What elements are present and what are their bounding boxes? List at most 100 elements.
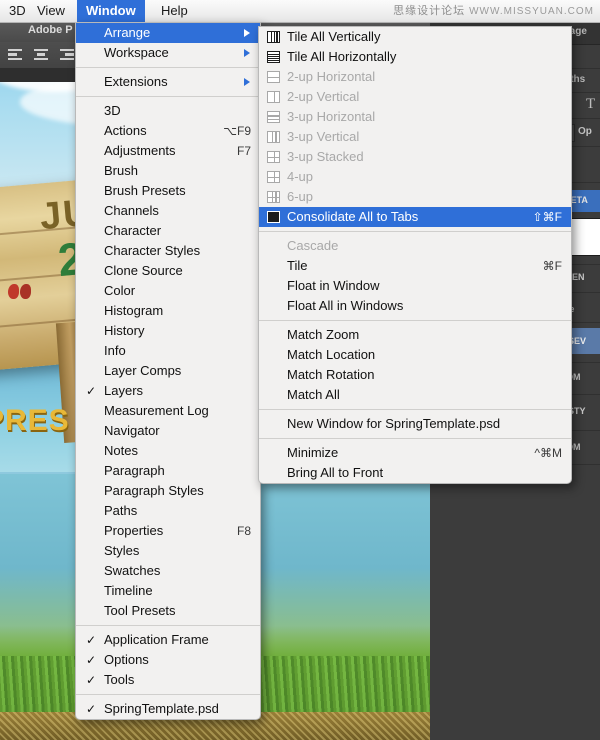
window-menu-item-tool-presets[interactable]: Tool Presets [76, 601, 260, 621]
window-menu-item-layers[interactable]: ✓ Layers [76, 381, 260, 401]
window-menu-item-extensions[interactable]: Extensions [76, 72, 260, 92]
window-menu-item-notes[interactable]: Notes [76, 441, 260, 461]
arrange-menu-item-tile[interactable]: Tile ⌘F [259, 256, 571, 276]
menu-item-label: Tile All Vertically [287, 29, 381, 44]
arrange-menu-item-consolidate-all-to-tabs[interactable]: Consolidate All to Tabs ⇧⌘F [259, 207, 571, 227]
align-center-icon[interactable] [34, 49, 48, 61]
window-menu-item-color[interactable]: Color [76, 281, 260, 301]
menu-item-label: Histogram [104, 303, 164, 318]
align-right-icon[interactable] [60, 49, 74, 61]
arrange-menu-item-6-up[interactable]: 6-up [259, 187, 571, 207]
window-menu-item-application-frame[interactable]: ✓ Application Frame [76, 630, 260, 650]
menu-item-shortcut: ⌥F9 [223, 124, 251, 138]
chevron-right-icon [244, 49, 250, 57]
arrange-menu-item-match-all[interactable]: Match All [259, 385, 571, 405]
menu-separator [76, 694, 260, 695]
arrange-submenu-dropdown[interactable]: Tile All Vertically Tile All Horizontally… [258, 26, 572, 484]
menu-separator [259, 231, 571, 232]
menu-item-label: 3-up Vertical [287, 129, 360, 144]
window-menu-item-paragraph-styles[interactable]: Paragraph Styles [76, 481, 260, 501]
butterfly-graphic [8, 284, 32, 300]
window-menu-item-options[interactable]: ✓ Options [76, 650, 260, 670]
arrange-menu-item-tile-all-vertically[interactable]: Tile All Vertically [259, 27, 571, 47]
arrange-menu-item-3-up-vertical[interactable]: 3-up Vertical [259, 127, 571, 147]
arrange-menu-item-match-zoom[interactable]: Match Zoom [259, 325, 571, 345]
window-menu-item-brush-presets[interactable]: Brush Presets [76, 181, 260, 201]
window-menu-item-histogram[interactable]: Histogram [76, 301, 260, 321]
3up-stacked-icon [267, 151, 280, 163]
menu-separator [76, 96, 260, 97]
window-menu-item-timeline[interactable]: Timeline [76, 581, 260, 601]
menubar-item-help[interactable]: Help [152, 0, 197, 22]
arrange-menu-item-new-window-for-springtemplate-psd[interactable]: New Window for SpringTemplate.psd [259, 414, 571, 434]
arrange-menu-item-bring-all-to-front[interactable]: Bring All to Front [259, 463, 571, 483]
menu-item-label: Consolidate All to Tabs [287, 209, 419, 224]
arrange-menu-item-match-rotation[interactable]: Match Rotation [259, 365, 571, 385]
checkmark-icon: ✓ [86, 653, 97, 667]
window-menu-item-info[interactable]: Info [76, 341, 260, 361]
menu-item-label: Float in Window [287, 278, 380, 293]
window-menu-item-character-styles[interactable]: Character Styles [76, 241, 260, 261]
arrange-menu-item-minimize[interactable]: Minimize ^⌘M [259, 443, 571, 463]
menu-item-label: Minimize [287, 445, 339, 460]
menu-item-label: Color [104, 283, 136, 298]
arrange-menu-item-tile-all-horizontally[interactable]: Tile All Horizontally [259, 47, 571, 67]
window-menu-item-arrange[interactable]: Arrange [76, 23, 260, 43]
layers-panel[interactable]: i ⮌ TSPRINGT$20 TITLOCATTLIKE U🔗MBackgro… [430, 470, 600, 740]
window-menu-item-brush[interactable]: Brush [76, 161, 260, 181]
menu-item-shortcut: F7 [236, 144, 251, 158]
window-menu-item-swatches[interactable]: Swatches [76, 561, 260, 581]
menu-item-label: Options [104, 652, 149, 667]
arrange-menu-item-3-up-horizontal[interactable]: 3-up Horizontal [259, 107, 571, 127]
window-menu-item-layer-comps[interactable]: Layer Comps [76, 361, 260, 381]
window-menu-item-navigator[interactable]: Navigator [76, 421, 260, 441]
menu-item-label: Channels [104, 203, 159, 218]
menu-item-label: Arrange [104, 25, 151, 40]
menu-item-label: Adjustments [104, 143, 176, 158]
menu-item-label: Tile All Horizontally [287, 49, 397, 64]
window-menu-item-tools[interactable]: ✓ Tools [76, 670, 260, 690]
window-menu-item-actions[interactable]: Actions ⌥F9 [76, 121, 260, 141]
window-menu-item-character[interactable]: Character [76, 221, 260, 241]
menu-item-shortcut: ^⌘M [534, 446, 562, 460]
menu-separator [259, 320, 571, 321]
arrange-menu-item-2-up-vertical[interactable]: 2-up Vertical [259, 87, 571, 107]
menubar-item-view[interactable]: View [28, 0, 74, 22]
menu-item-label: 6-up [287, 189, 314, 204]
arrange-menu-item-match-location[interactable]: Match Location [259, 345, 571, 365]
arrange-menu-item-4-up[interactable]: 4-up [259, 167, 571, 187]
menu-item-label: 2-up Vertical [287, 89, 360, 104]
window-menu-item-history[interactable]: History [76, 321, 260, 341]
window-menu-item-paths[interactable]: Paths [76, 501, 260, 521]
window-menu-item-channels[interactable]: Channels [76, 201, 260, 221]
watermark: 思缘设计论坛 WWW.MISSYUAN.COM [393, 3, 594, 19]
arrange-menu-item-cascade[interactable]: Cascade [259, 236, 571, 256]
window-menu-dropdown[interactable]: Arrange Workspace Extensions 3D Actions ⌥F9 Ad… [75, 22, 261, 720]
window-menu-item-properties[interactable]: Properties F8 [76, 521, 260, 541]
arrange-menu-item-float-in-window[interactable]: Float in Window [259, 276, 571, 296]
type-tool-icon[interactable]: T [586, 96, 595, 113]
align-left-icon[interactable] [8, 49, 22, 61]
window-menu-item-paragraph[interactable]: Paragraph [76, 461, 260, 481]
window-menu-item-springtemplate-psd[interactable]: ✓ SpringTemplate.psd [76, 699, 260, 719]
arrange-menu-item-2-up-horizontal[interactable]: 2-up Horizontal [259, 67, 571, 87]
arrange-menu-item-float-all-in-windows[interactable]: Float All in Windows [259, 296, 571, 316]
menu-item-label: New Window for SpringTemplate.psd [287, 416, 501, 431]
window-menu-item-styles[interactable]: Styles [76, 541, 260, 561]
menu-item-shortcut: ⌘F [542, 259, 562, 273]
menu-item-label: Character [104, 223, 162, 238]
window-menu-item-workspace[interactable]: Workspace [76, 43, 260, 63]
checkmark-icon: ✓ [86, 384, 97, 398]
chevron-right-icon [244, 78, 250, 86]
menu-item-label: 3D [104, 103, 121, 118]
window-menu-item-adjustments[interactable]: Adjustments F7 [76, 141, 260, 161]
menu-item-label: Styles [104, 543, 140, 558]
menubar-item-window[interactable]: Window [77, 0, 145, 22]
checkmark-icon: ✓ [86, 673, 97, 687]
window-menu-item-clone-source[interactable]: Clone Source [76, 261, 260, 281]
menu-bar[interactable]: 3D View Window Help 思缘设计论坛 WWW.MISSYUAN.C… [0, 0, 600, 23]
consolidate-tabs-icon [267, 211, 280, 223]
window-menu-item-3d[interactable]: 3D [76, 101, 260, 121]
window-menu-item-measurement-log[interactable]: Measurement Log [76, 401, 260, 421]
arrange-menu-item-3-up-stacked[interactable]: 3-up Stacked [259, 147, 571, 167]
